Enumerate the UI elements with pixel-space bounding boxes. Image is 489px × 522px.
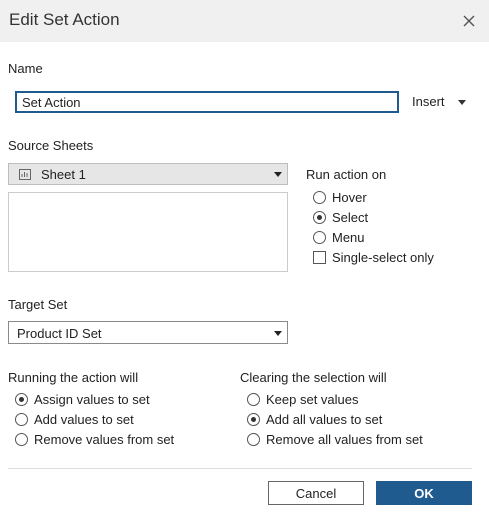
radio-add-all-values[interactable] <box>247 413 260 426</box>
radio-remove-all-values[interactable] <box>247 433 260 446</box>
radio-hover[interactable] <box>313 191 326 204</box>
close-button[interactable] <box>458 10 480 32</box>
radio-hover-label[interactable]: Hover <box>332 190 367 205</box>
target-set-label: Target Set <box>8 297 68 312</box>
radio-remove-values[interactable] <box>15 433 28 446</box>
insert-dropdown[interactable]: Insert <box>412 94 466 112</box>
run-action-on-label: Run action on <box>306 167 387 182</box>
ok-button[interactable]: OK <box>376 481 472 505</box>
radio-keep-set-values-label[interactable]: Keep set values <box>266 392 359 407</box>
single-select-label[interactable]: Single-select only <box>332 250 434 265</box>
chevron-down-icon <box>274 172 282 177</box>
radio-add-all-values-label[interactable]: Add all values to set <box>266 412 382 427</box>
target-set-dropdown[interactable]: Product ID Set <box>8 321 288 344</box>
radio-assign-values-label[interactable]: Assign values to set <box>34 392 150 407</box>
radio-remove-all-values-label[interactable]: Remove all values from set <box>266 432 423 447</box>
radio-add-values[interactable] <box>15 413 28 426</box>
chevron-down-icon <box>458 100 466 105</box>
source-sheets-label: Source Sheets <box>8 138 94 153</box>
name-input[interactable] <box>15 91 399 113</box>
source-sheets-dropdown[interactable]: Sheet 1 <box>8 163 288 185</box>
name-label: Name <box>8 61 43 76</box>
dialog-title: Edit Set Action <box>9 10 120 29</box>
running-action-label: Running the action will <box>8 370 139 385</box>
insert-label: Insert <box>412 94 445 109</box>
source-sheet-selected: Sheet 1 <box>41 167 86 182</box>
radio-menu-label[interactable]: Menu <box>332 230 365 245</box>
clearing-selection-label: Clearing the selection will <box>240 370 387 385</box>
radio-assign-values[interactable] <box>15 393 28 406</box>
radio-remove-values-label[interactable]: Remove values from set <box>34 432 174 447</box>
radio-select[interactable] <box>313 211 326 224</box>
radio-keep-set-values[interactable] <box>247 393 260 406</box>
single-select-checkbox[interactable] <box>313 251 326 264</box>
footer-divider <box>8 468 472 469</box>
radio-add-values-label[interactable]: Add values to set <box>34 412 134 427</box>
radio-select-label[interactable]: Select <box>332 210 368 225</box>
close-icon <box>463 15 475 27</box>
source-sheets-list[interactable] <box>8 192 288 272</box>
cancel-button[interactable]: Cancel <box>268 481 364 505</box>
worksheet-icon <box>19 169 31 180</box>
radio-menu[interactable] <box>313 231 326 244</box>
dialog-titlebar: Edit Set Action <box>0 0 489 42</box>
target-set-selected: Product ID Set <box>17 326 102 341</box>
chevron-down-icon <box>274 331 282 336</box>
